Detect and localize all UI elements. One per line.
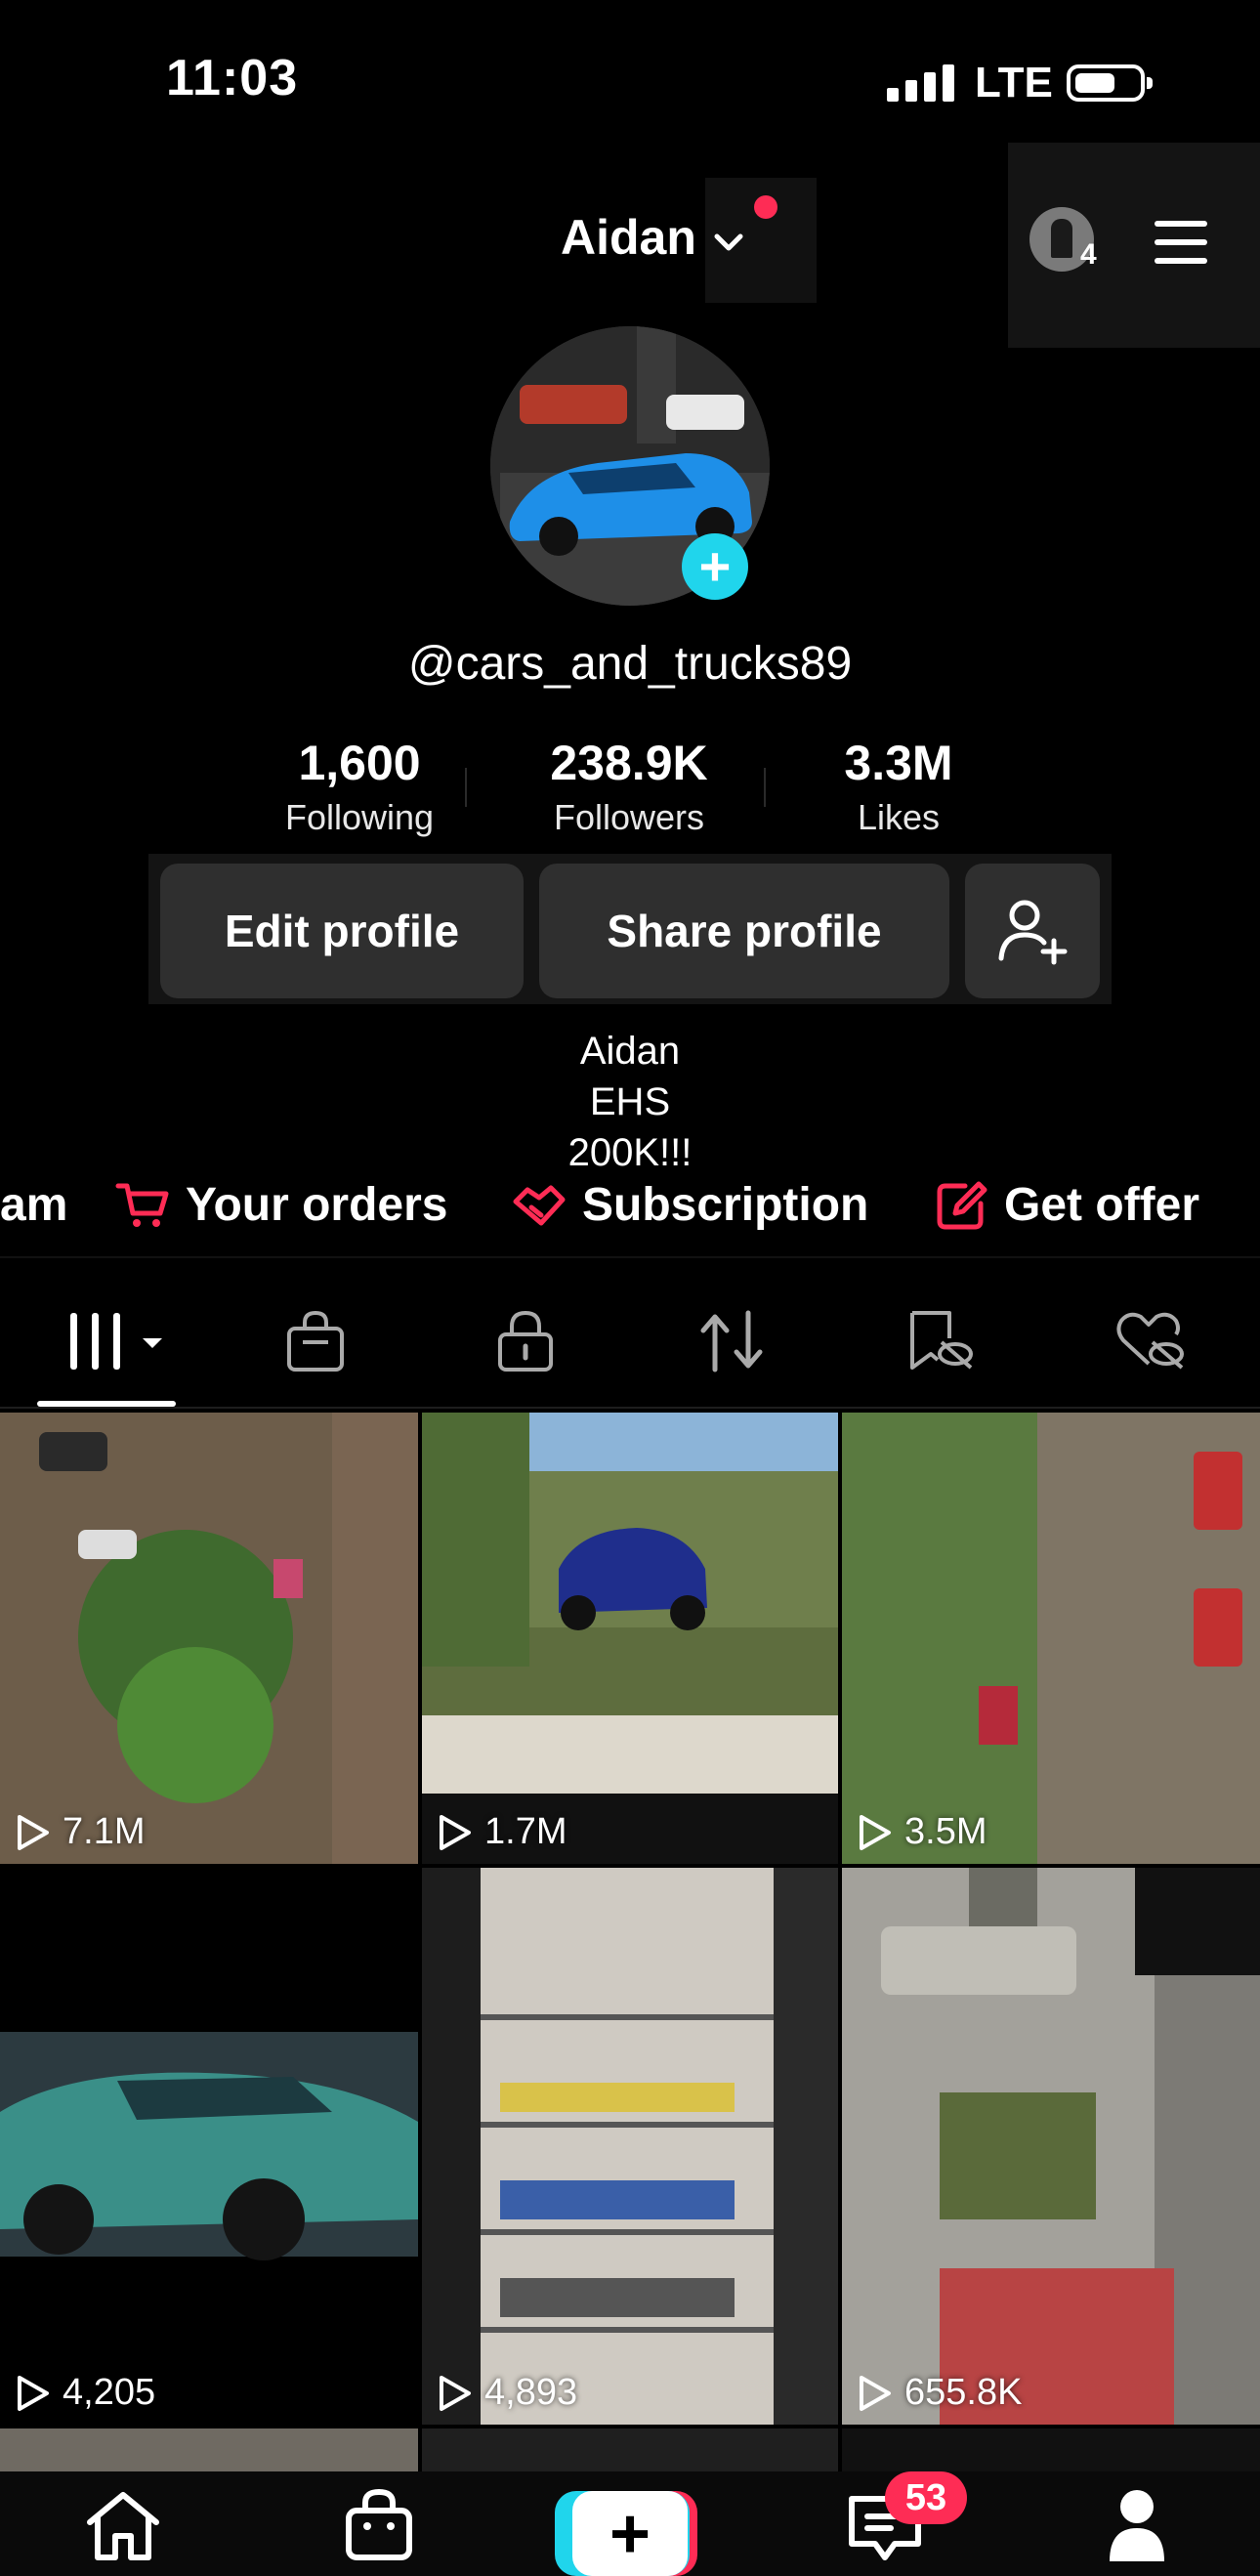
promo-item-cutoff[interactable]: am bbox=[0, 1178, 67, 1232]
bio-line: EHS bbox=[589, 1080, 671, 1123]
views-count: 4,893 bbox=[438, 2372, 577, 2414]
views-count: 7.1M bbox=[16, 1811, 145, 1853]
following-count: 1,600 bbox=[298, 736, 421, 790]
battery-icon bbox=[1067, 64, 1153, 102]
video-thumbnail[interactable] bbox=[422, 2428, 838, 2471]
inbox-badge: 53 bbox=[885, 2471, 967, 2524]
views-label: 655.8K bbox=[904, 2372, 1023, 2413]
subscription-link[interactable]: Subscription bbox=[512, 1178, 868, 1232]
views-label: 4,893 bbox=[484, 2372, 578, 2413]
video-thumbnail-image bbox=[422, 1413, 838, 1864]
get-offer-link[interactable]: Get offer bbox=[936, 1178, 1199, 1232]
favorites-hidden-icon[interactable] bbox=[904, 1309, 975, 1373]
video-thumbnail[interactable]: 3.5M bbox=[842, 1413, 1260, 1864]
promo-label: Subscription bbox=[582, 1179, 869, 1231]
edit-square-icon bbox=[937, 1181, 987, 1229]
video-thumbnail[interactable]: 655.8K bbox=[842, 1868, 1260, 2425]
following-stat[interactable]: 1,600 Following bbox=[262, 735, 457, 838]
views-label: 4,205 bbox=[63, 2372, 156, 2413]
play-icon bbox=[440, 1814, 471, 1850]
edit-profile-button[interactable]: Edit profile bbox=[160, 864, 524, 998]
likes-label: Likes bbox=[857, 797, 941, 837]
bio-line: Aidan bbox=[579, 1030, 681, 1073]
signal-icon bbox=[887, 64, 954, 102]
network-label: LTE bbox=[975, 59, 1053, 106]
reposts-icon[interactable] bbox=[697, 1309, 766, 1373]
divider bbox=[0, 1407, 1260, 1409]
play-icon bbox=[440, 2375, 471, 2411]
add-friend-button[interactable] bbox=[965, 864, 1100, 998]
views-label: 7.1M bbox=[63, 1811, 146, 1852]
cart-icon bbox=[115, 1183, 169, 1227]
play-icon bbox=[860, 2375, 891, 2411]
profile-icon[interactable] bbox=[1108, 2487, 1166, 2563]
video-thumbnail[interactable] bbox=[842, 2428, 1260, 2471]
chevron-down-icon[interactable] bbox=[709, 223, 748, 262]
promo-label: Your orders bbox=[186, 1179, 448, 1231]
shop-bag-icon[interactable] bbox=[285, 1309, 346, 1373]
profile-bio: Aidan EHS 200K!!! bbox=[0, 1026, 1260, 1178]
promo-label: am bbox=[0, 1179, 68, 1231]
views-label: 3.5M bbox=[904, 1811, 987, 1852]
your-orders-link[interactable]: Your orders bbox=[115, 1178, 448, 1232]
likes-count: 3.3M bbox=[844, 736, 953, 790]
notification-dot bbox=[754, 195, 777, 219]
shop-icon[interactable] bbox=[344, 2487, 414, 2561]
stats-divider bbox=[764, 768, 766, 807]
video-thumbnail[interactable]: 7.1M bbox=[0, 1413, 418, 1864]
followers-stat[interactable]: 238.9K Followers bbox=[522, 735, 736, 838]
likes-stat[interactable]: 3.3M Likes bbox=[801, 735, 996, 838]
views-count: 4,205 bbox=[16, 2372, 155, 2414]
add-story-icon[interactable]: + bbox=[682, 533, 748, 600]
followers-label: Followers bbox=[553, 797, 705, 837]
video-thumbnail-image bbox=[842, 1413, 1260, 1864]
bio-line: 200K!!! bbox=[567, 1131, 693, 1174]
video-thumbnail-image bbox=[0, 1868, 418, 2425]
followers-count: 238.9K bbox=[550, 736, 708, 790]
video-thumbnail-image bbox=[0, 1413, 418, 1864]
hamburger-menu-icon[interactable] bbox=[1155, 221, 1207, 276]
video-thumbnail[interactable]: 4,205 bbox=[0, 1868, 418, 2425]
play-icon bbox=[18, 1814, 49, 1850]
handshake-icon bbox=[513, 1185, 566, 1225]
profile-handle: @cars_and_trucks89 bbox=[407, 638, 853, 690]
video-thumbnail[interactable] bbox=[0, 2428, 418, 2471]
account-name[interactable]: Aidan bbox=[561, 209, 696, 266]
views-label: 1.7M bbox=[484, 1811, 567, 1852]
stats-divider bbox=[465, 768, 467, 807]
views-count: 3.5M bbox=[858, 1811, 987, 1853]
liked-hidden-icon[interactable] bbox=[1113, 1309, 1188, 1373]
views-count: 655.8K bbox=[858, 2372, 1022, 2414]
following-label: Following bbox=[284, 797, 435, 837]
divider bbox=[0, 1256, 1260, 1258]
add-user-icon bbox=[998, 900, 1068, 965]
video-thumbnail-image bbox=[422, 1868, 838, 2425]
views-count: 1.7M bbox=[438, 1811, 567, 1853]
promo-label: Get offer bbox=[1004, 1179, 1200, 1231]
status-time: 11:03 bbox=[166, 50, 299, 106]
home-icon[interactable] bbox=[84, 2489, 162, 2561]
video-thumbnail-image bbox=[842, 1868, 1260, 2425]
video-thumbnail[interactable]: 4,893 bbox=[422, 1868, 838, 2425]
videos-grid-icon[interactable] bbox=[64, 1309, 172, 1377]
share-profile-button[interactable]: Share profile bbox=[539, 864, 949, 998]
create-icon[interactable]: + bbox=[572, 2491, 688, 2576]
video-thumbnail[interactable]: 1.7M bbox=[422, 1413, 838, 1864]
play-icon bbox=[18, 2375, 49, 2411]
play-icon bbox=[860, 1814, 891, 1850]
accounts-count: 4 bbox=[1080, 238, 1097, 271]
private-lock-icon[interactable] bbox=[496, 1309, 555, 1373]
